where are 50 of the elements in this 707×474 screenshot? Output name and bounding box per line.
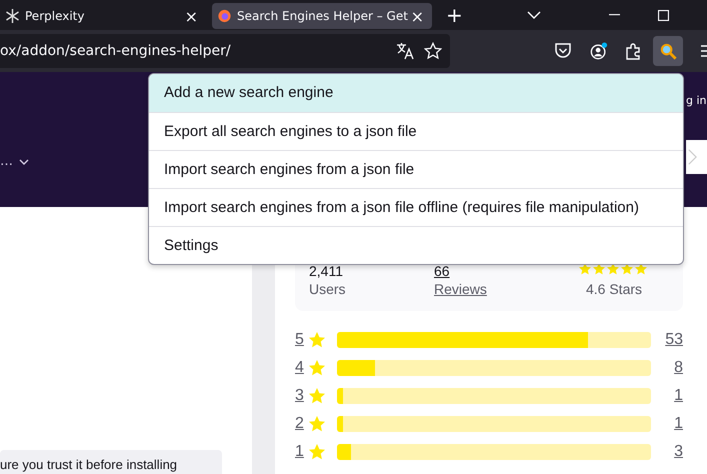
star-level-link[interactable]: 3: [295, 387, 309, 405]
star-icon: [309, 388, 325, 404]
browser-tab[interactable]: Search Engines Helper – Get ×: [212, 3, 432, 29]
minimize-icon[interactable]: [608, 14, 620, 16]
new-tab-button[interactable]: +: [446, 3, 463, 27]
reviews-count-link[interactable]: 66: [434, 263, 559, 279]
menu-item[interactable]: Import search engines from a json file: [149, 150, 683, 188]
search-icon: [660, 42, 676, 60]
rating-count-link[interactable]: 1: [651, 387, 683, 405]
users-count: 2,411: [309, 263, 344, 279]
reviews-link[interactable]: Reviews: [434, 281, 559, 297]
rating-count-link[interactable]: 3: [651, 443, 683, 461]
rating-label: 4.6 Stars: [586, 281, 642, 297]
dropdown-label[interactable]: …: [0, 154, 13, 169]
rating-count-link[interactable]: 8: [651, 359, 683, 377]
menu-item[interactable]: Import search engines from a json file offline (requires file manipulation): [149, 188, 683, 226]
close-tab-button[interactable]: ×: [410, 6, 424, 26]
menu-icon[interactable]: [701, 44, 707, 58]
browser-tab[interactable]: Perplexity ×: [0, 3, 206, 29]
star-icon: [309, 360, 325, 376]
translate-icon[interactable]: [396, 42, 414, 60]
pocket-icon[interactable]: [554, 42, 572, 60]
asterisk-icon: [6, 9, 19, 23]
star-icon[interactable]: [424, 42, 442, 60]
users-label: Users: [309, 281, 347, 297]
menu-item[interactable]: Settings: [149, 226, 683, 264]
hero-text: g in: [686, 94, 707, 107]
account-icon[interactable]: [590, 42, 608, 60]
rating-count-link[interactable]: 53: [651, 331, 683, 349]
firefox-icon: [218, 9, 231, 23]
rating-stars-icon: [579, 263, 649, 275]
address-bar[interactable]: ox/addon/search-engines-helper/: [0, 34, 450, 68]
tab-title: Perplexity: [25, 9, 86, 23]
menu-item[interactable]: Export all search engines to a json file: [149, 112, 683, 150]
star-level-link[interactable]: 1: [295, 443, 309, 461]
star-level-link[interactable]: 2: [295, 415, 309, 433]
notice-text: ure you trust it before installing: [0, 457, 178, 472]
maximize-icon[interactable]: [658, 10, 669, 20]
chevron-right-icon: [688, 148, 697, 166]
tab-title: Search Engines Helper – Get: [237, 9, 409, 23]
star-level-link[interactable]: 5: [295, 331, 309, 349]
close-tab-button[interactable]: ×: [184, 6, 198, 26]
menu-item[interactable]: Add a new search engine: [149, 74, 683, 112]
star-icon: [309, 416, 325, 432]
rating-count-link[interactable]: 1: [651, 415, 683, 433]
star-icon: [309, 332, 325, 348]
star-icon: [309, 444, 325, 460]
search-extension-button[interactable]: [653, 36, 683, 66]
star-level-link[interactable]: 4: [295, 359, 309, 377]
chevron-down-icon[interactable]: [19, 158, 29, 164]
